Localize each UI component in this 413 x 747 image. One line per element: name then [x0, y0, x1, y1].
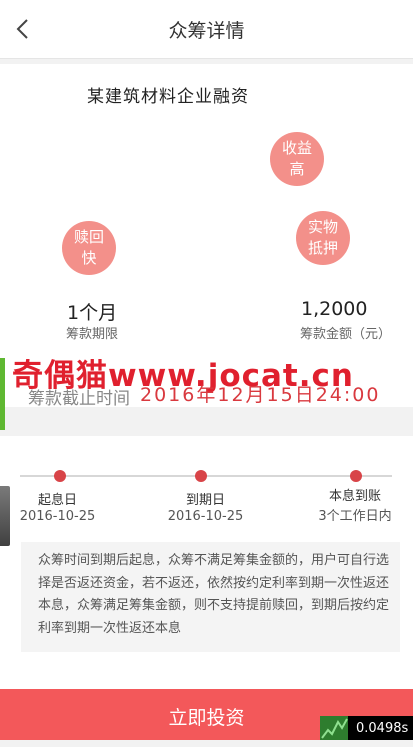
tag-label: 收益高 — [281, 139, 312, 178]
milestone-maturity-date: 2016-10-25 — [167, 509, 244, 524]
tag-label: 实物抵押 — [307, 218, 338, 257]
tag-bubble-collateral: 实物抵押 — [296, 211, 350, 265]
tag-bubble-quick-redeem: 赎回快 — [62, 221, 116, 275]
deadline-label: 筹款截止时间 — [28, 389, 130, 409]
milestone-payout-date: 3个工作日内 — [318, 509, 392, 524]
page-title: 众筹详情 — [168, 20, 245, 42]
top-bar: 众筹详情 — [0, 0, 413, 59]
timeline-dot — [54, 470, 66, 482]
project-title: 某建筑材料企业融资 — [87, 87, 249, 107]
milestone-start-date: 2016-10-25 — [19, 509, 96, 524]
side-handle[interactable] — [0, 486, 10, 546]
tag-bubble-high-return: 收益高 — [270, 132, 324, 186]
perf-time: 0.0498s — [356, 720, 409, 736]
deadline-value: 2016年12月15日24:00 — [140, 384, 381, 406]
side-indicator — [0, 358, 5, 430]
milestone-start-label: 起息日 — [37, 493, 77, 508]
period-label: 筹款期限 — [66, 327, 119, 342]
perf-graph-icon — [320, 716, 348, 740]
tag-label: 赎回快 — [73, 228, 104, 267]
timeline-dot — [195, 470, 207, 482]
milestone-payout-label: 本息到账 — [328, 489, 381, 504]
project-summary-card: 某建筑材料企业融资 收益高 赎回快 实物抵押 1个月 筹款期限 1,2000 筹… — [0, 64, 413, 409]
amount-label: 筹款金额（元） — [300, 327, 392, 342]
terms-note: 众筹时间到期后起息，众筹不满足筹集金额的，用户可自行选择是否返还资金，若不返还，… — [21, 542, 400, 652]
perf-badge: 0.0498s — [320, 716, 413, 740]
timeline-dot — [350, 470, 362, 482]
milestone-maturity-label: 到期日 — [185, 493, 225, 508]
amount-value: 1,2000 — [301, 298, 368, 320]
period-value: 1个月 — [67, 302, 118, 324]
